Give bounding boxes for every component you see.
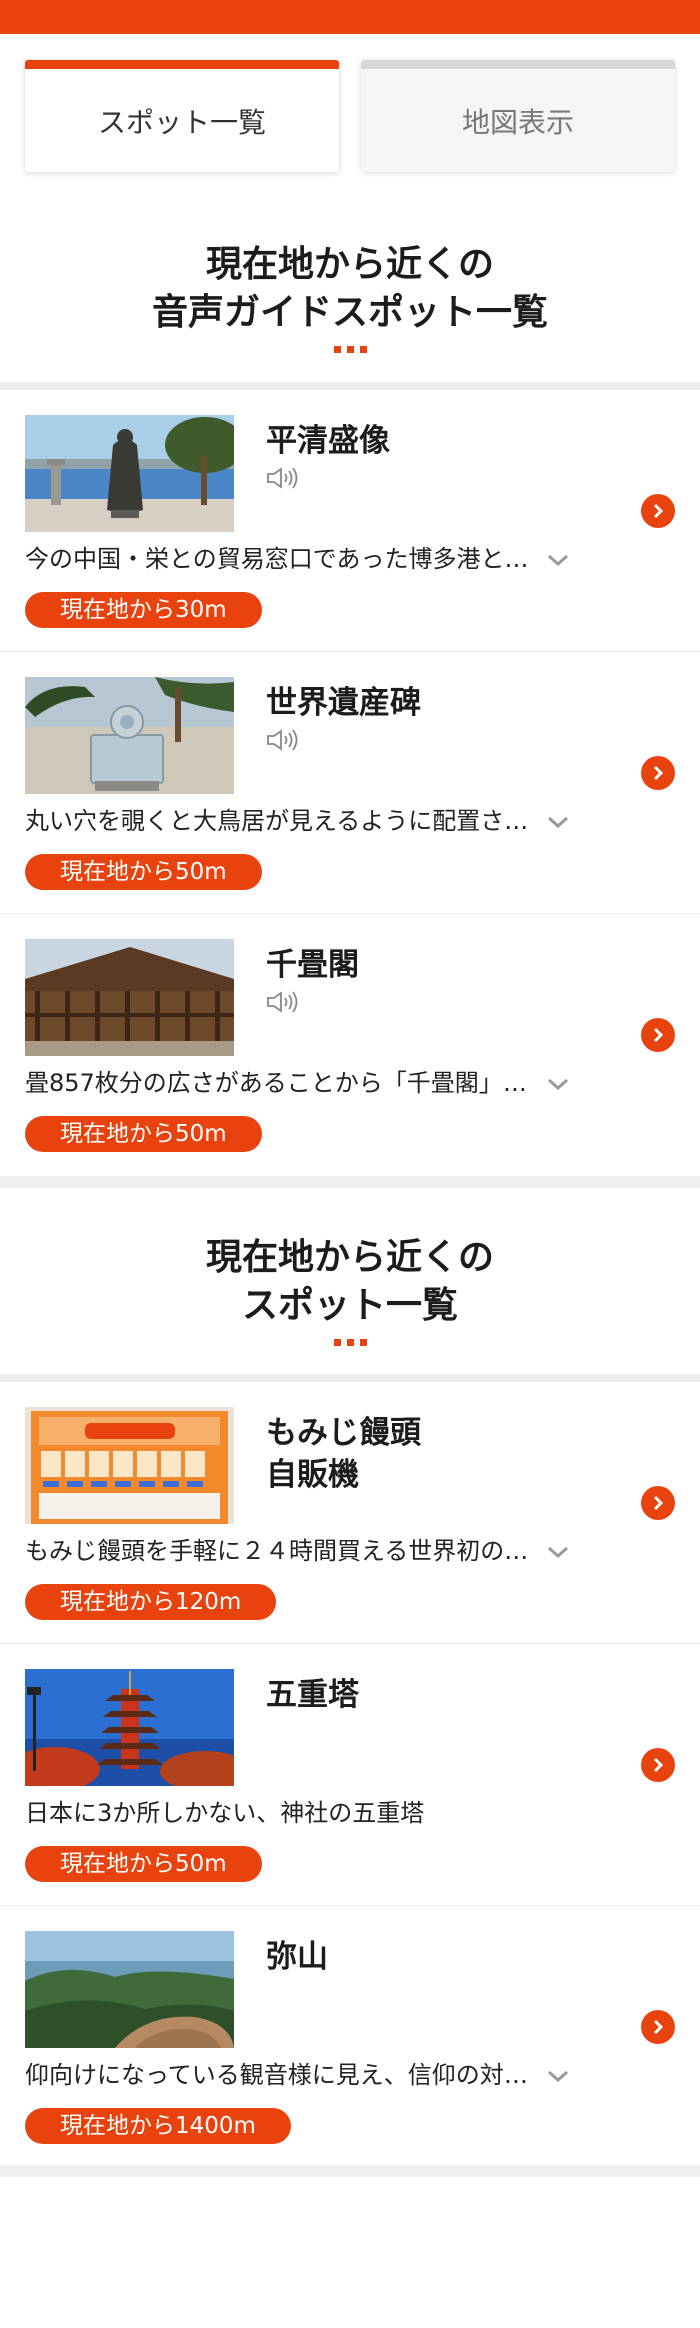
spot-name: 世界遺産碑 bbox=[266, 685, 421, 721]
section-dots bbox=[0, 1339, 700, 1346]
section-divider bbox=[0, 1176, 700, 1188]
section-title-line2: 音声ガイドスポット一覧 bbox=[151, 291, 548, 333]
tab-spot-list[interactable]: スポット一覧 bbox=[25, 60, 339, 172]
section-title-line1: 現在地から近くの bbox=[205, 1236, 494, 1278]
chevron-down-icon[interactable] bbox=[545, 812, 571, 832]
section-header-spots: 現在地から近くの スポット一覧 bbox=[0, 1233, 700, 1346]
section-title-line2: スポット一覧 bbox=[241, 1284, 458, 1326]
chevron-right-icon bbox=[653, 1757, 664, 1773]
chevron-right-icon bbox=[653, 503, 664, 519]
section-dots bbox=[0, 346, 700, 353]
spot-description: 日本に3か所しかない、神社の五重塔 bbox=[25, 1799, 425, 1827]
spot-item[interactable]: 千畳閣 畳857枚分の広さがあることから「千畳閣」と呼ばれ… 現在地から50m bbox=[0, 914, 700, 1175]
spot-name: 五重塔 bbox=[266, 1677, 359, 1713]
spot-thumbnail-pagoda bbox=[25, 1669, 234, 1786]
spot-description: 畳857枚分の広さがあることから「千畳閣」と呼ばれ… bbox=[25, 1069, 535, 1097]
distance-badge: 現在地から50m bbox=[25, 854, 262, 890]
chevron-down-icon[interactable] bbox=[545, 1074, 571, 1094]
spot-detail-button[interactable] bbox=[641, 2010, 675, 2044]
audio-guide-icon bbox=[267, 467, 298, 489]
distance-badge: 現在地から30m bbox=[25, 592, 262, 628]
spot-detail-button[interactable] bbox=[641, 1748, 675, 1782]
spot-detail-button[interactable] bbox=[641, 756, 675, 790]
chevron-down-icon[interactable] bbox=[545, 2066, 571, 2086]
top-bar bbox=[0, 0, 700, 34]
spot-detail-button[interactable] bbox=[641, 1486, 675, 1520]
spot-name: 弥山 bbox=[266, 1939, 328, 1975]
chevron-down-icon[interactable] bbox=[545, 1542, 571, 1562]
spot-detail-button[interactable] bbox=[641, 1018, 675, 1052]
tab-map-view[interactable]: 地図表示 bbox=[361, 60, 675, 172]
chevron-down-icon[interactable] bbox=[545, 550, 571, 570]
spot-name: 千畳閣 bbox=[266, 947, 359, 983]
distance-badge: 現在地から50m bbox=[25, 1116, 262, 1152]
distance-badge: 現在地から120m bbox=[25, 1584, 277, 1620]
spot-item[interactable]: 弥山 仰向けになっている観音様に見え、信仰の対象とさ… 現在地から1400m bbox=[0, 1906, 700, 2167]
section-title-line1: 現在地から近くの bbox=[205, 243, 494, 285]
chevron-right-icon bbox=[653, 1495, 664, 1511]
spot-item[interactable]: 世界遺産碑 丸い穴を覗くと大鳥居が見えるように配置されて… 現在地から50m bbox=[0, 652, 700, 913]
spot-name-line2: 自販機 bbox=[266, 1457, 359, 1493]
chevron-right-icon bbox=[653, 2019, 664, 2035]
spot-thumbnail-vending-machine bbox=[25, 1407, 234, 1524]
spot-name: もみじ饅頭 自販機 bbox=[266, 1412, 421, 1496]
spot-thumbnail-monument bbox=[25, 677, 234, 794]
spot-description: もみじ饅頭を手軽に２４時間買える世界初の自販機… bbox=[25, 1537, 535, 1565]
audio-guide-icon bbox=[267, 729, 298, 751]
chevron-right-icon bbox=[653, 1027, 664, 1043]
spot-description: 丸い穴を覗くと大鳥居が見えるように配置されて… bbox=[25, 807, 535, 835]
audio-guide-icon bbox=[267, 991, 298, 1013]
spot-name: 平清盛像 bbox=[266, 423, 390, 459]
spot-detail-button[interactable] bbox=[641, 494, 675, 528]
spot-description: 今の中国・栄との貿易窓口であった博多港と一緒に… bbox=[25, 545, 535, 573]
distance-badge: 現在地から50m bbox=[25, 1846, 262, 1882]
section-divider bbox=[0, 382, 700, 390]
spot-name-line1: もみじ饅頭 bbox=[266, 1415, 421, 1451]
spot-item[interactable]: 五重塔 日本に3か所しかない、神社の五重塔 現在地から50m bbox=[0, 1644, 700, 1905]
section-divider bbox=[0, 1374, 700, 1382]
view-tabs: スポット一覧 地図表示 bbox=[25, 60, 675, 172]
spot-item[interactable]: 平清盛像 今の中国・栄との貿易窓口であった博多港と一緒に… 現在地から30m bbox=[0, 390, 700, 651]
section-header-audio-guide: 現在地から近くの 音声ガイドスポット一覧 bbox=[0, 240, 700, 353]
chevron-right-icon bbox=[653, 765, 664, 781]
spot-item[interactable]: もみじ饅頭 自販機 もみじ饅頭を手軽に２４時間買える世界初の自販機… 現在地から… bbox=[0, 1382, 700, 1643]
spot-description: 仰向けになっている観音様に見え、信仰の対象とさ… bbox=[25, 2061, 535, 2089]
spot-thumbnail-hall bbox=[25, 939, 234, 1056]
section-divider bbox=[0, 2165, 700, 2177]
spot-thumbnail-statue bbox=[25, 415, 234, 532]
spot-thumbnail-mountain bbox=[25, 1931, 234, 2048]
distance-badge: 現在地から1400m bbox=[25, 2108, 291, 2144]
